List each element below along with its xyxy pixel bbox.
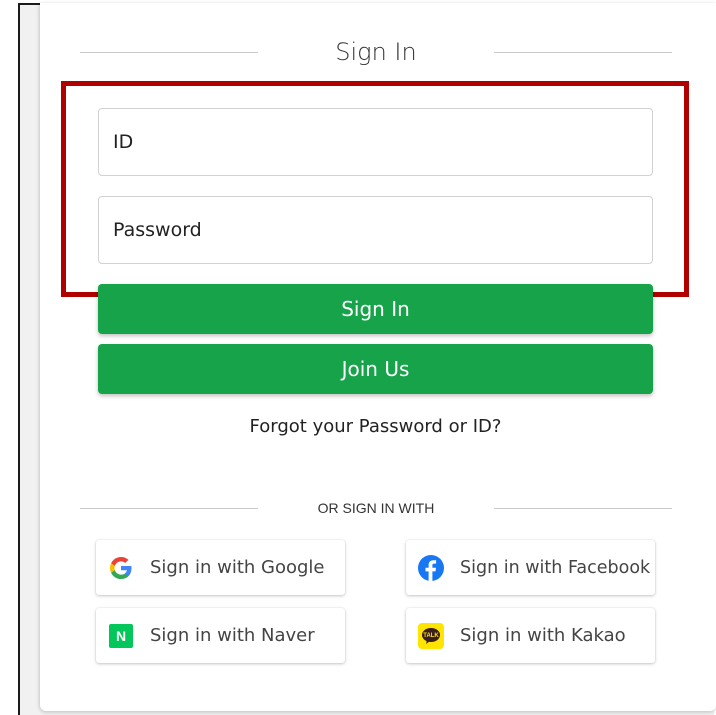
- naver-letter: N: [109, 623, 133, 648]
- kakao-signin-button[interactable]: TALK Sign in with Kakao: [406, 608, 655, 663]
- kakao-icon: TALK: [418, 622, 444, 649]
- or-sign-in-label: OR SIGN IN WITH: [317, 500, 435, 516]
- password-placeholder: Password: [113, 219, 202, 241]
- title-row: Sign In: [80, 38, 672, 66]
- google-icon: [108, 555, 134, 581]
- password-field[interactable]: Password: [98, 196, 653, 264]
- page-title: Sign In: [335, 38, 417, 66]
- forgot-link[interactable]: Forgot your Password or ID?: [98, 416, 653, 437]
- naver-icon: N: [108, 623, 134, 649]
- divider-line: [80, 507, 258, 509]
- naver-signin-button[interactable]: N Sign in with Naver: [96, 608, 345, 663]
- kakao-label: Sign in with Kakao: [460, 625, 626, 646]
- divider-line: [494, 507, 672, 509]
- google-signin-button[interactable]: Sign in with Google: [96, 540, 345, 595]
- id-placeholder: ID: [113, 131, 134, 153]
- kakao-talk-text: TALK: [423, 633, 439, 639]
- facebook-icon: [418, 554, 444, 581]
- id-field[interactable]: ID: [98, 108, 653, 176]
- sign-in-button[interactable]: Sign In: [98, 284, 653, 334]
- join-us-button[interactable]: Join Us: [98, 344, 653, 394]
- facebook-label: Sign in with Facebook: [460, 557, 651, 578]
- naver-label: Sign in with Naver: [150, 625, 315, 646]
- or-sign-in-row: OR SIGN IN WITH: [80, 496, 672, 520]
- divider-line: [494, 51, 672, 53]
- divider-line: [80, 51, 258, 53]
- facebook-signin-button[interactable]: Sign in with Facebook: [406, 540, 655, 595]
- google-label: Sign in with Google: [150, 557, 325, 578]
